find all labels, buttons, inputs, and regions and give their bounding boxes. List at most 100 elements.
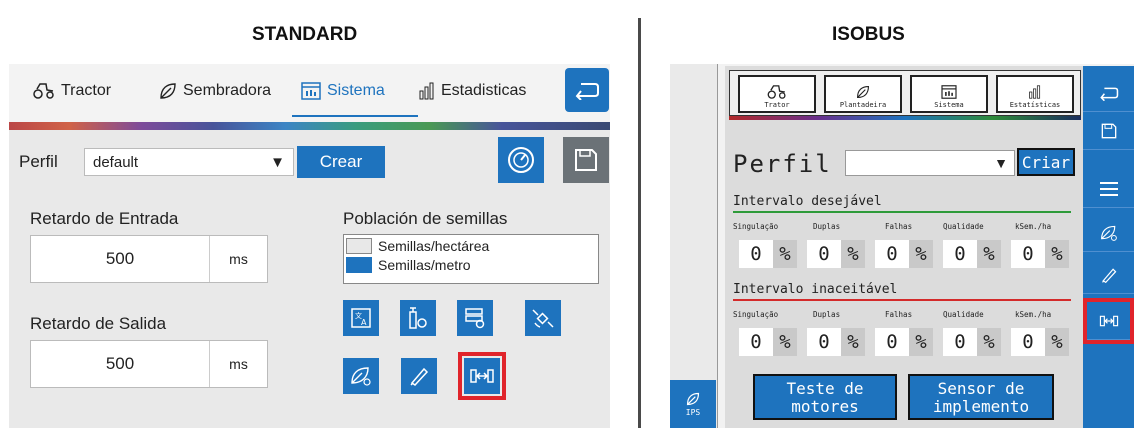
percent-sign: %	[841, 240, 865, 268]
col-header: Falhas	[885, 222, 913, 231]
green-line	[733, 211, 1071, 213]
isobus-menu-button[interactable]	[1083, 170, 1134, 208]
menu-icon	[1099, 181, 1118, 196]
crear-button[interactable]: Crear	[297, 146, 385, 178]
config-button[interactable]	[457, 300, 493, 336]
isobus-back-button[interactable]	[1083, 74, 1134, 112]
criar-button[interactable]: Criar	[1017, 148, 1075, 176]
tab-tractor[interactable]: Tractor	[33, 82, 111, 100]
calibration-button[interactable]	[401, 358, 437, 394]
ksem-inaceitavel-field[interactable]: 0%	[1011, 328, 1069, 356]
intervalo-inaceitavel-label: Intervalo inaceitável	[733, 282, 898, 297]
retardo-salida-field[interactable]: 500 ms	[30, 340, 268, 388]
singulacao-desejavel-field[interactable]: 0%	[739, 240, 797, 268]
isobus-tab-sistema[interactable]: Sistema	[910, 75, 988, 113]
language-icon: 文A	[351, 308, 371, 328]
retardo-entrada-field[interactable]: 500 ms	[30, 235, 268, 283]
stats-icon	[419, 82, 434, 100]
tab-estadisticas[interactable]: Estadisticas	[419, 82, 526, 100]
cell-value: 0	[875, 328, 909, 356]
isobus-panel: IPS Trator Plantadeira Sistema Estatísti…	[670, 64, 1134, 428]
save-button[interactable]	[563, 137, 609, 183]
percent-sign: %	[909, 240, 933, 268]
option-semillas-metro[interactable]: Semillas/metro	[344, 257, 598, 276]
calibration-icon	[410, 367, 429, 386]
stats-icon	[1029, 85, 1041, 99]
ips-button[interactable]: IPS	[670, 380, 716, 428]
duplas-inaceitavel-field[interactable]: 0%	[807, 328, 865, 356]
tractor-icon	[767, 85, 786, 99]
duplas-desejavel-field[interactable]: 0%	[807, 240, 865, 268]
back-icon	[1099, 87, 1118, 101]
falhas-desejavel-field[interactable]: 0%	[875, 240, 933, 268]
leaf-icon	[857, 86, 869, 98]
qualidade-desejavel-field[interactable]: 0%	[943, 240, 1001, 268]
falhas-inaceitavel-field[interactable]: 0%	[875, 328, 933, 356]
sensor-implemento-button[interactable]: Sensor de implemento	[908, 374, 1054, 420]
cell-value: 0	[807, 240, 841, 268]
satellite-icon	[532, 309, 554, 328]
system-icon	[301, 82, 321, 100]
tab-estadisticas-label: Estadisticas	[441, 82, 527, 99]
red-line	[733, 299, 1071, 301]
isobus-calibration-button[interactable]	[1083, 256, 1134, 294]
percent-sign: %	[909, 328, 933, 356]
singulacao-inaceitavel-field[interactable]: 0%	[739, 328, 797, 356]
percent-sign: %	[977, 240, 1001, 268]
implement-settings-icon	[409, 307, 427, 329]
option-swatch	[346, 238, 372, 254]
poblacion-label: Población de semillas	[343, 209, 508, 228]
isobus-seed-settings-button[interactable]	[1083, 214, 1134, 252]
save-icon	[575, 149, 597, 171]
isobus-tab-trator[interactable]: Trator	[738, 75, 816, 113]
isobus-tab-plantadeira[interactable]: Plantadeira	[824, 75, 902, 113]
save-icon	[1101, 123, 1116, 138]
intervalo-desejavel-label: Intervalo desejável	[733, 194, 882, 209]
gauge-button[interactable]	[498, 137, 544, 183]
teste-motores-button[interactable]: Teste de motores	[753, 374, 897, 420]
cell-value: 0	[1011, 328, 1045, 356]
tab-tractor-label: Tractor	[61, 82, 112, 99]
color-stripe	[729, 116, 1081, 120]
isobus-save-button[interactable]	[1083, 112, 1134, 150]
isobus-tab-label: Plantadeira	[839, 101, 887, 109]
seed-settings-icon	[351, 367, 371, 386]
ksem-desejavel-field[interactable]: 0%	[1011, 240, 1069, 268]
back-button[interactable]	[565, 68, 609, 112]
satellite-button[interactable]	[525, 300, 561, 336]
tractor-icon	[33, 83, 54, 99]
percent-sign: %	[773, 328, 797, 356]
ips-label: IPS	[685, 407, 701, 417]
perfil-select[interactable]: default ▼	[84, 148, 294, 176]
seed-settings-button[interactable]	[343, 358, 379, 394]
cell-value: 0	[807, 328, 841, 356]
option-semillas-hectarea[interactable]: Semillas/hectárea	[344, 235, 598, 257]
col-header: Duplas	[813, 310, 841, 319]
poblacion-options: Semillas/hectárea Semillas/metro	[343, 234, 599, 284]
col-header: Qualidade	[943, 222, 984, 231]
col-header: Duplas	[813, 222, 841, 231]
color-stripe	[9, 122, 610, 130]
implement-settings-button[interactable]	[400, 300, 436, 336]
highlight-box	[1083, 298, 1134, 344]
retardo-entrada-value: 500	[105, 249, 135, 268]
tab-sembradora[interactable]: Sembradora	[159, 82, 271, 100]
col-header: kSem./ha	[1015, 222, 1052, 231]
cell-value: 0	[1011, 240, 1045, 268]
retardo-salida-value: 500	[105, 354, 135, 373]
retardo-salida-unit: ms	[209, 341, 267, 387]
col-header: Falhas	[885, 310, 913, 319]
retardo-salida-label: Retardo de Salida	[30, 314, 167, 333]
language-button[interactable]: 文A	[343, 300, 379, 336]
isobus-tab-label: Sistema	[934, 101, 964, 109]
qualidade-inaceitavel-field[interactable]: 0%	[943, 328, 1001, 356]
tab-sistema[interactable]: Sistema	[301, 82, 385, 100]
percent-sign: %	[841, 328, 865, 356]
chevron-down-icon: ▼	[270, 153, 285, 171]
cell-value: 0	[875, 240, 909, 268]
perfil-label: Perfil	[19, 152, 58, 171]
isobus-perfil-select[interactable]: ▼	[845, 150, 1015, 176]
system-icon	[941, 85, 957, 99]
seed-settings-icon	[1100, 225, 1117, 241]
isobus-tab-estatisticas[interactable]: Estatísticas	[996, 75, 1074, 113]
